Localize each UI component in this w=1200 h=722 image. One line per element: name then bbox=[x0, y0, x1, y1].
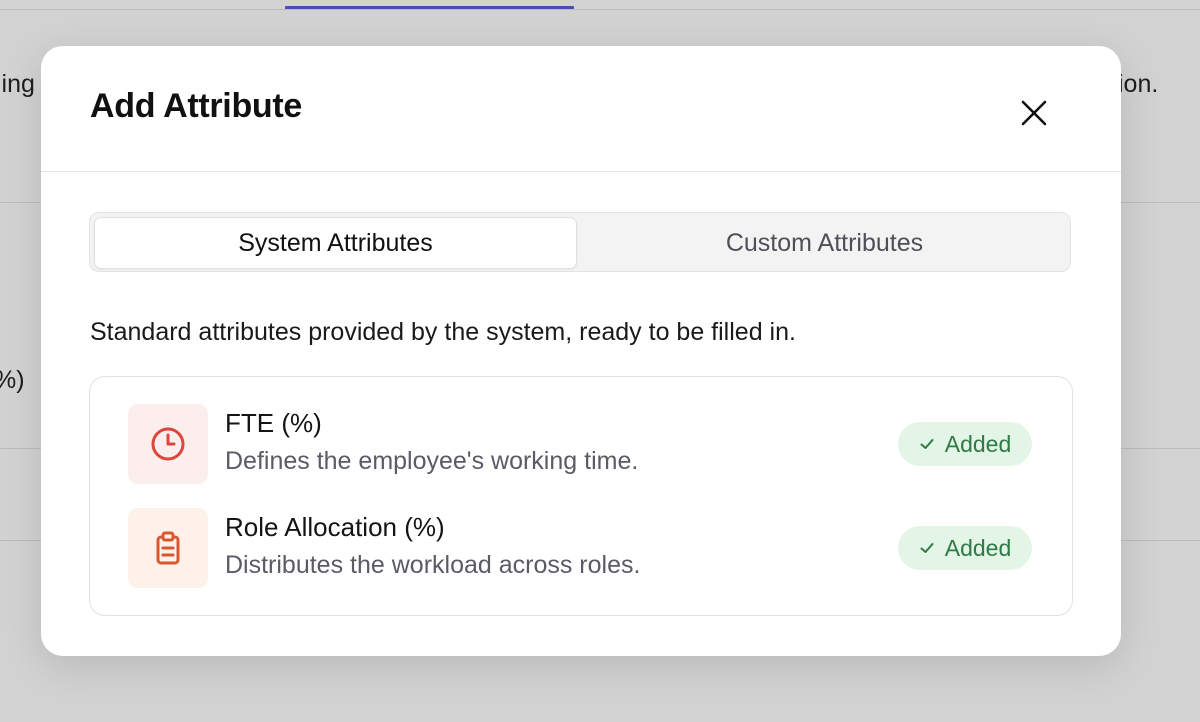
check-icon bbox=[919, 540, 935, 556]
clipboard-icon bbox=[156, 531, 180, 565]
background-text: %) bbox=[0, 366, 25, 394]
tab-description: Standard attributes provided by the syst… bbox=[90, 318, 796, 346]
add-attribute-dialog: Add Attribute System Attributes Custom A… bbox=[41, 46, 1121, 656]
background-text: ling bbox=[0, 70, 35, 98]
attribute-icon-box bbox=[128, 508, 208, 588]
status-badge: Added bbox=[898, 526, 1032, 570]
attribute-description: Defines the employee's working time. bbox=[225, 447, 639, 475]
dialog-title: Add Attribute bbox=[90, 87, 303, 125]
list-item: FTE (%) Defines the employee's working t… bbox=[90, 404, 1074, 486]
attribute-description: Distributes the workload across roles. bbox=[225, 551, 641, 579]
attribute-list: FTE (%) Defines the employee's working t… bbox=[89, 376, 1073, 616]
background-text: ion. bbox=[1118, 70, 1159, 98]
divider bbox=[0, 9, 1200, 10]
tab-custom-attributes[interactable]: Custom Attributes bbox=[583, 217, 1066, 269]
attribute-icon-box bbox=[128, 404, 208, 484]
close-button[interactable] bbox=[1012, 91, 1056, 135]
close-icon bbox=[1021, 100, 1047, 126]
dialog-header: Add Attribute bbox=[41, 46, 1121, 172]
clock-icon bbox=[151, 427, 185, 461]
list-item: Role Allocation (%) Distributes the work… bbox=[90, 508, 1074, 590]
attribute-type-tabs: System Attributes Custom Attributes bbox=[89, 212, 1071, 272]
status-badge-label: Added bbox=[944, 534, 1012, 561]
attribute-name: FTE (%) bbox=[225, 408, 322, 438]
check-icon bbox=[919, 436, 935, 452]
status-badge-label: Added bbox=[944, 430, 1012, 457]
tab-system-attributes[interactable]: System Attributes bbox=[94, 217, 577, 269]
status-badge: Added bbox=[898, 422, 1032, 466]
attribute-name: Role Allocation (%) bbox=[225, 512, 445, 542]
